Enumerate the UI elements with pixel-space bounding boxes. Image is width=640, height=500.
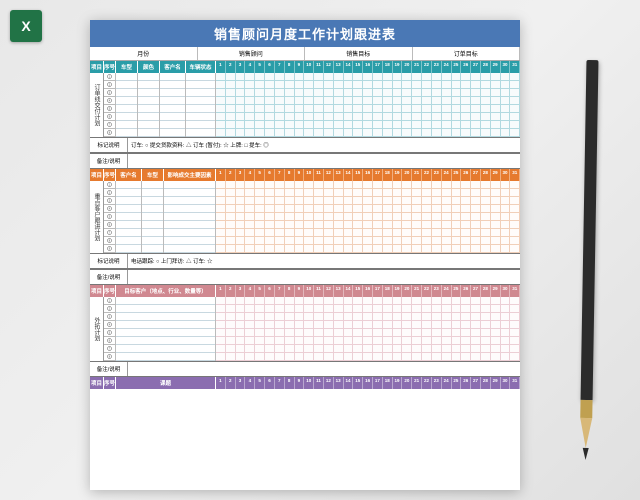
s2-row-numbers: 123456789 [104, 181, 116, 253]
excel-icon: X [10, 10, 42, 42]
s3-seq: 序号 [104, 285, 116, 297]
s1-stub: 项目 [90, 61, 104, 73]
s3-note: 备注/说明 [90, 361, 520, 377]
s1-col-status: 车辆状态 [186, 61, 216, 73]
s3-row-numbers: 12345678 [104, 297, 116, 361]
info-sales-target: 销售目标 [305, 47, 413, 60]
s3-stub: 项目 [90, 285, 104, 297]
s2-note: 备注/说明 [90, 269, 520, 285]
s1-detail-cols [116, 73, 216, 137]
s2-legend-label: 标记说明 [90, 254, 128, 268]
s1-row-numbers: 12345678 [104, 73, 116, 137]
section-outreach: 项目 序号 目标客户（地点、行业、数量等） 123456789101112131… [90, 285, 520, 377]
s3-note-value [128, 362, 520, 376]
s4-days: 1234567891011121314151617181920212223242… [216, 377, 520, 389]
s2-stub: 项目 [90, 169, 104, 181]
info-order-target: 订单目标 [413, 47, 521, 60]
s2-seq: 序号 [104, 169, 116, 181]
s2-legend: 标记说明 电话跟踪: ○ 上门拜访: △ 订车: ☆ [90, 253, 520, 269]
s2-col-factor: 影响成交主要因素 [164, 169, 216, 181]
s2-legend-text: 电话跟踪: ○ 上门拜访: △ 订车: ☆ [128, 254, 520, 268]
s3-detail-cols [116, 297, 216, 361]
s1-note: 备注/说明 [90, 153, 520, 169]
info-month: 月份 [90, 47, 198, 60]
s1-note-value [128, 154, 520, 168]
info-header-row: 月份 销售顾问 销售目标 订单目标 [90, 47, 520, 61]
s2-grid [216, 181, 520, 253]
s3-days: 1234567891011121314151617181920212223242… [216, 285, 520, 297]
s4-stub: 项目 [90, 377, 104, 389]
section-delivery: 项目 序号 车型 颜色 客户名 车辆状态 1234567891011121314… [90, 61, 520, 169]
info-consultant: 销售顾问 [198, 47, 306, 60]
section3-header: 项目 序号 目标客户（地点、行业、数量等） 123456789101112131… [90, 285, 520, 297]
section2-header: 项目 序号 客户名 车型 影响成交主要因素 123456789101112131… [90, 169, 520, 181]
s2-days: 1234567891011121314151617181920212223242… [216, 169, 520, 181]
s2-col-model: 车型 [142, 169, 164, 181]
s1-grid [216, 73, 520, 137]
s3-vertical-label: 外拓计划 [90, 297, 104, 361]
s1-legend-label: 标记说明 [90, 138, 128, 152]
s1-days: 1234567891011121314151617181920212223242… [216, 61, 520, 73]
s1-col-model: 车型 [116, 61, 138, 73]
s2-detail-cols [116, 181, 216, 253]
page-title: 销售顾问月度工作计划跟进表 [90, 20, 520, 47]
section1-header: 项目 序号 车型 颜色 客户名 车辆状态 1234567891011121314… [90, 61, 520, 73]
pencil-decoration [580, 60, 599, 460]
s2-note-value [128, 270, 520, 284]
s2-col-customer: 客户名 [116, 169, 142, 181]
s1-vertical-label: 订单线交付计划 [90, 73, 104, 137]
s1-col-customer: 客户名 [160, 61, 186, 73]
s1-legend: 标记说明 订车: ○ 提交贷款资料: △ 订车 (暂付): ☆ 上牌: □ 提车… [90, 137, 520, 153]
s1-note-label: 备注/说明 [90, 154, 128, 168]
s1-legend-text: 订车: ○ 提交贷款资料: △ 订车 (暂付): ☆ 上牌: □ 提车: ◎ [128, 138, 520, 152]
excel-icon-letter: X [21, 18, 30, 34]
s4-seq: 序号 [104, 377, 116, 389]
document-page: 销售顾问月度工作计划跟进表 月份 销售顾问 销售目标 订单目标 项目 序号 车型… [90, 20, 520, 490]
section4-header: 项目 序号 课题 1234567891011121314151617181920… [90, 377, 520, 389]
s3-grid [216, 297, 520, 361]
section-topics: 项目 序号 课题 1234567891011121314151617181920… [90, 377, 520, 389]
s3-note-label: 备注/说明 [90, 362, 128, 376]
s2-note-label: 备注/说明 [90, 270, 128, 284]
s1-col-color: 颜色 [138, 61, 160, 73]
s2-vertical-label: 重点客户跟进计划 [90, 181, 104, 253]
s4-col-topic: 课题 [116, 377, 216, 389]
s3-col-target: 目标客户（地点、行业、数量等） [116, 285, 216, 297]
section-followup: 项目 序号 客户名 车型 影响成交主要因素 123456789101112131… [90, 169, 520, 285]
s1-seq: 序号 [104, 61, 116, 73]
